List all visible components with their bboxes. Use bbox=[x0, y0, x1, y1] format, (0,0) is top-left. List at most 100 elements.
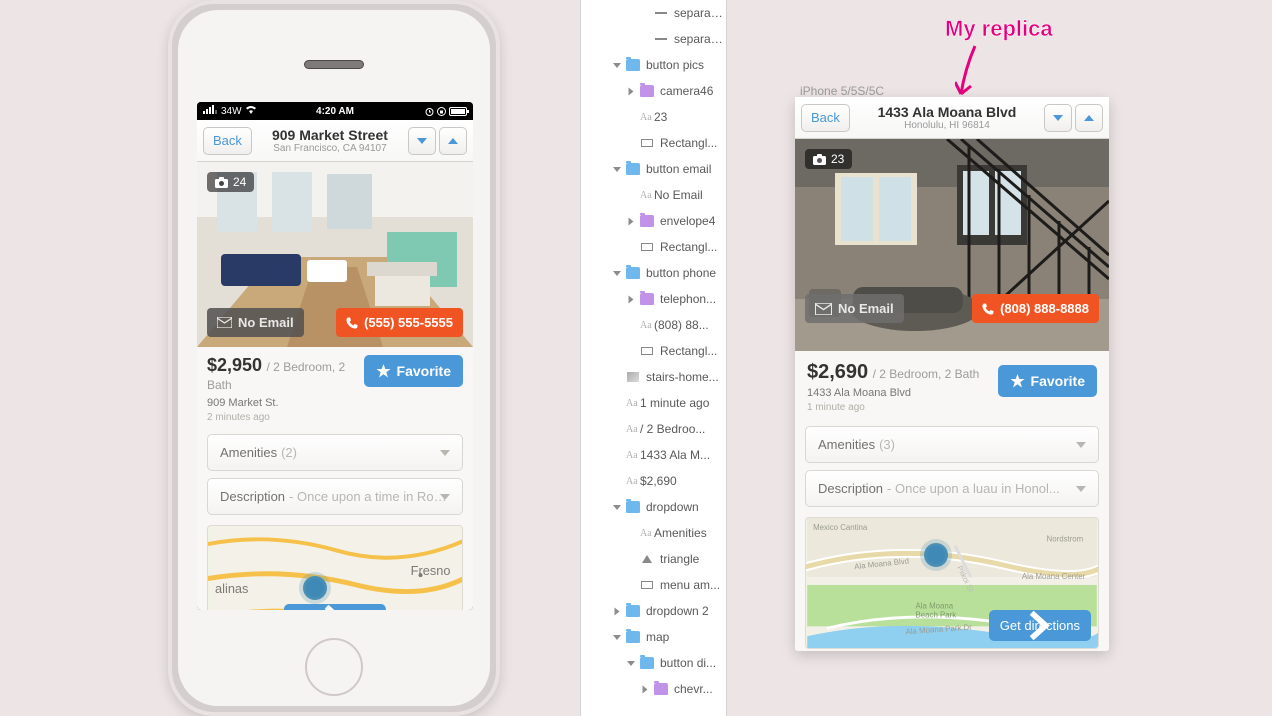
disclosure-triangle-icon[interactable] bbox=[615, 607, 620, 615]
posted-ago: 1 minute ago bbox=[807, 402, 998, 413]
layer-row[interactable]: Aa1 minute ago bbox=[581, 390, 726, 416]
sketch-layers-panel[interactable]: separator navseparator img button pics cam… bbox=[580, 0, 727, 716]
layer-row[interactable]: Aa23 bbox=[581, 104, 726, 130]
layer-name: $2,690 bbox=[640, 474, 677, 488]
layer-name: chevr... bbox=[674, 682, 713, 696]
nav-down-button[interactable] bbox=[1044, 104, 1072, 132]
photo-count-badge[interactable]: 23 bbox=[805, 149, 852, 169]
map-pin bbox=[303, 576, 327, 600]
envelope-icon bbox=[815, 303, 832, 315]
status-bar: 34W 4:20 AM bbox=[197, 102, 473, 120]
layer-row[interactable]: Aa$2,690 bbox=[581, 468, 726, 494]
layer-row[interactable]: button phone bbox=[581, 260, 726, 286]
layer-row[interactable]: button pics bbox=[581, 52, 726, 78]
description-label: Description bbox=[818, 481, 883, 496]
listing-map[interactable]: Mexico Cantina Nordstrom Ala Moana Cente… bbox=[805, 517, 1099, 649]
chevron-down-icon bbox=[1053, 115, 1063, 121]
favorite-button[interactable]: Favorite bbox=[998, 365, 1097, 397]
hero-photo[interactable]: 24 No Email (555) 555-5555 bbox=[197, 162, 473, 347]
disclosure-triangle-icon[interactable] bbox=[629, 217, 634, 225]
text-layer-icon: Aa bbox=[640, 528, 654, 539]
text-layer-icon: Aa bbox=[640, 112, 654, 123]
layer-row[interactable]: Rectangl... bbox=[581, 234, 726, 260]
get-directions-button[interactable]: Get directions bbox=[989, 610, 1091, 641]
price-value: $2,690 bbox=[807, 361, 868, 383]
layer-row[interactable]: AaAmenities bbox=[581, 520, 726, 546]
layer-row[interactable]: menu am... bbox=[581, 572, 726, 598]
layer-row[interactable]: Aa(808) 88... bbox=[581, 312, 726, 338]
layer-row[interactable]: separator nav bbox=[581, 0, 726, 26]
layer-row[interactable]: Rectangl... bbox=[581, 338, 726, 364]
layer-name: (808) 88... bbox=[654, 318, 709, 332]
layer-row[interactable]: separator img bbox=[581, 26, 726, 52]
alarm-icon bbox=[425, 107, 434, 116]
layer-name: Rectangl... bbox=[660, 136, 717, 150]
folder-icon bbox=[626, 631, 640, 643]
amenities-dropdown[interactable]: Amenities (3) bbox=[805, 426, 1099, 463]
nav-up-button[interactable] bbox=[1075, 104, 1103, 132]
disclosure-triangle-icon[interactable] bbox=[629, 87, 634, 95]
layer-row[interactable]: Aa/ 2 Bedroo... bbox=[581, 416, 726, 442]
layer-row[interactable]: telephon... bbox=[581, 286, 726, 312]
svg-text:alinas: alinas bbox=[215, 581, 248, 596]
get-directions-button[interactable]: Get directions bbox=[284, 604, 386, 610]
layer-row[interactable]: dropdown 2 bbox=[581, 598, 726, 624]
description-dropdown[interactable]: Description - Once upon a time in Rom... bbox=[207, 478, 463, 515]
nav-title: 1433 Ala Moana Blvd Honolulu, HI 96814 bbox=[850, 104, 1044, 131]
photo-count-value: 23 bbox=[831, 152, 844, 166]
listing-details: $2,690 / 2 Bedroom, 2 Bath 1433 Ala Moan… bbox=[795, 351, 1109, 419]
layer-row[interactable]: button email bbox=[581, 156, 726, 182]
listing-map[interactable]: alinas Fresno Get directions bbox=[207, 525, 463, 610]
call-button[interactable]: (808) 888-8888 bbox=[972, 294, 1099, 323]
chevron-up-icon bbox=[448, 138, 458, 144]
layer-row[interactable]: map bbox=[581, 624, 726, 650]
separator-layer-icon bbox=[654, 33, 668, 45]
app-listing-screen: Back 909 Market Street San Francisco, CA… bbox=[197, 120, 473, 610]
nav-up-button[interactable] bbox=[439, 127, 467, 155]
iphone-device-frame: 34W 4:20 AM Back 909 Market Street San F… bbox=[168, 0, 500, 716]
favorite-button[interactable]: Favorite bbox=[364, 355, 463, 387]
amenities-dropdown[interactable]: Amenities (2) bbox=[207, 434, 463, 471]
layer-row[interactable]: stairs-home... bbox=[581, 364, 726, 390]
posted-ago: 2 minutes ago bbox=[207, 412, 364, 423]
disclosure-triangle-icon[interactable] bbox=[613, 271, 621, 276]
favorite-label: Favorite bbox=[397, 363, 451, 379]
nav-subtitle-text: San Francisco, CA 94107 bbox=[256, 143, 404, 154]
layer-row[interactable]: chevr... bbox=[581, 676, 726, 702]
home-button[interactable] bbox=[305, 638, 363, 696]
back-button[interactable]: Back bbox=[203, 127, 252, 155]
disclosure-triangle-icon[interactable] bbox=[613, 505, 621, 510]
layer-row[interactable]: Rectangl... bbox=[581, 130, 726, 156]
photo-count-badge[interactable]: 24 bbox=[207, 172, 254, 192]
description-dropdown[interactable]: Description - Once upon a luau in Honol.… bbox=[805, 470, 1099, 507]
layer-name: No Email bbox=[654, 188, 703, 202]
layer-row[interactable]: button di... bbox=[581, 650, 726, 676]
layer-row[interactable]: Aa1433 Ala M... bbox=[581, 442, 726, 468]
disclosure-triangle-icon[interactable] bbox=[613, 167, 621, 172]
disclosure-triangle-icon[interactable] bbox=[613, 635, 621, 640]
layer-name: button pics bbox=[646, 58, 704, 72]
text-layer-icon: Aa bbox=[626, 450, 640, 461]
no-email-button[interactable]: No Email bbox=[207, 308, 304, 337]
call-button[interactable]: (555) 555-5555 bbox=[336, 308, 463, 337]
back-button[interactable]: Back bbox=[801, 104, 850, 132]
rectangle-layer-icon bbox=[640, 137, 654, 149]
rectangle-layer-icon bbox=[640, 241, 654, 253]
layer-row[interactable]: triangle bbox=[581, 546, 726, 572]
layer-row[interactable]: camera46 bbox=[581, 78, 726, 104]
hero-photo[interactable]: 23 No Email (808) 888-8888 bbox=[795, 139, 1109, 351]
layer-row[interactable]: AaNo Email bbox=[581, 182, 726, 208]
disclosure-triangle-icon[interactable] bbox=[629, 295, 634, 303]
folder-icon bbox=[626, 501, 640, 513]
layer-row[interactable]: envelope4 bbox=[581, 208, 726, 234]
layer-row[interactable]: dropdown bbox=[581, 494, 726, 520]
no-email-button[interactable]: No Email bbox=[805, 294, 904, 323]
nav-title: 909 Market Street San Francisco, CA 9410… bbox=[252, 127, 408, 154]
disclosure-triangle-icon[interactable] bbox=[643, 685, 648, 693]
nav-down-button[interactable] bbox=[408, 127, 436, 155]
rotation-lock-icon bbox=[437, 107, 446, 116]
disclosure-triangle-icon[interactable] bbox=[627, 661, 635, 666]
disclosure-triangle-icon[interactable] bbox=[613, 63, 621, 68]
folder-icon bbox=[640, 293, 654, 305]
image-layer-icon bbox=[626, 371, 640, 383]
